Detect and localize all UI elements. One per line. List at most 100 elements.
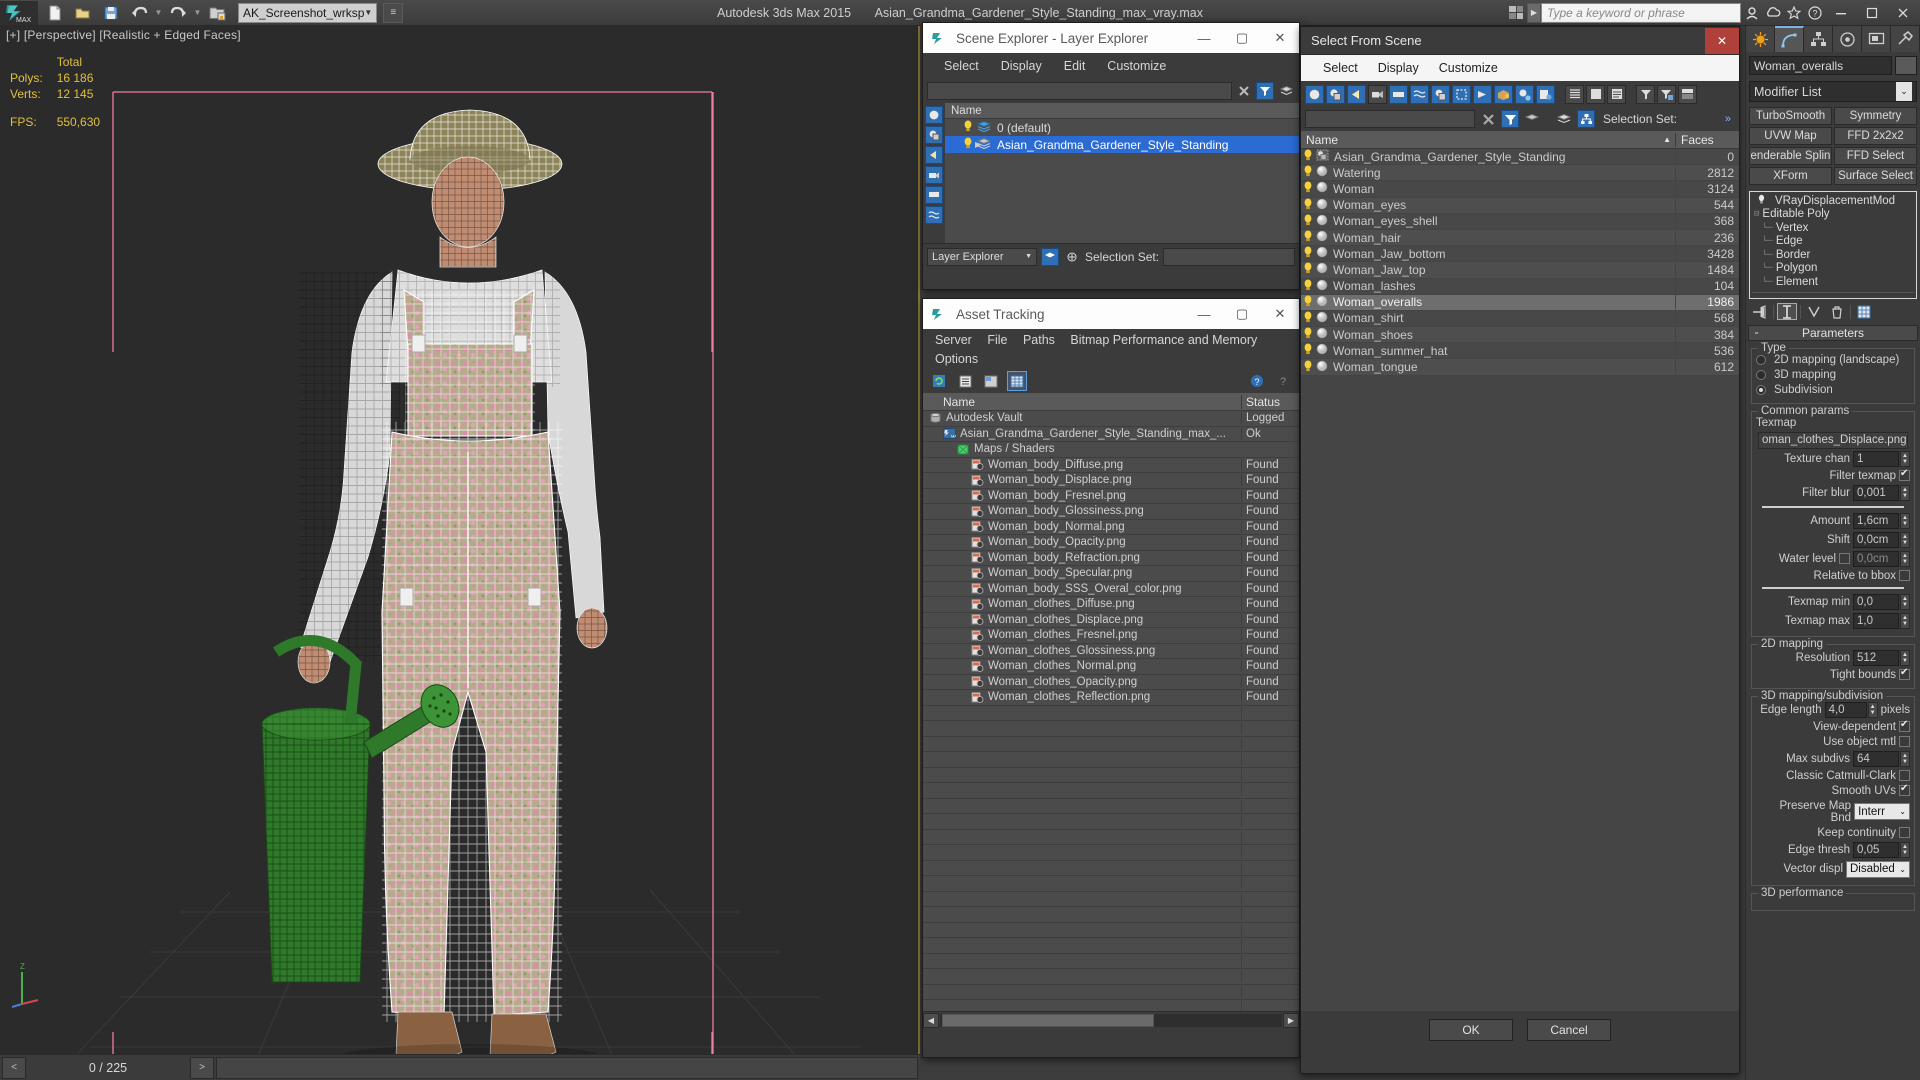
max-logo-icon[interactable]: MAX xyxy=(0,0,38,25)
radio-subdivision[interactable] xyxy=(1756,384,1766,395)
type-option-3d[interactable]: 3D mapping xyxy=(1756,369,1910,381)
viewport-label-plus[interactable]: [+] xyxy=(6,28,20,42)
light-bulb-icon[interactable] xyxy=(1303,311,1313,326)
object-color-swatch[interactable] xyxy=(1895,56,1917,75)
menu-bitmap-performance[interactable]: Bitmap Performance and Memory xyxy=(1064,332,1263,348)
selection-set-input[interactable] xyxy=(1163,247,1295,266)
asset-tracking-row[interactable]: Woman_clothes_Displace.png Found xyxy=(923,613,1299,628)
modifier-button[interactable]: UVW Map xyxy=(1749,127,1832,145)
modify-tab[interactable] xyxy=(1775,26,1804,52)
make-unique-icon[interactable] xyxy=(1804,303,1824,320)
asset-tracking-grid[interactable]: Name Status Autodesk Vault Logged MAX Asian… xyxy=(923,393,1299,1011)
spinner-arrows-icon[interactable]: ▲ ▼ xyxy=(1900,841,1910,858)
smooth-uvs-row[interactable]: Smooth UVs xyxy=(1756,783,1910,797)
view-dependent-row[interactable]: View-dependent xyxy=(1756,719,1910,733)
display-tab[interactable] xyxy=(1862,26,1891,52)
light-bulb-icon[interactable] xyxy=(1303,230,1313,245)
layer-list-icon[interactable] xyxy=(1523,110,1541,128)
signin-icon[interactable] xyxy=(1742,3,1762,23)
modifier-button[interactable]: FFD 2x2x2 xyxy=(1834,127,1917,145)
spinner-arrows-icon[interactable]: ▲ ▼ xyxy=(1900,484,1910,501)
menu-file[interactable]: File xyxy=(981,332,1013,348)
spinner-arrows-icon[interactable]: ▲ ▼ xyxy=(1900,512,1910,529)
frame-indicator[interactable]: 0 / 225 xyxy=(28,1061,188,1075)
select-from-scene-row[interactable]: Woman_overalls 1986 xyxy=(1301,294,1739,311)
motion-tab[interactable] xyxy=(1833,26,1862,52)
asset-tracking-row[interactable]: Woman_clothes_Normal.png Found xyxy=(923,659,1299,675)
light-bulb-icon[interactable] xyxy=(1303,149,1313,164)
scene-explorer-layer-row[interactable]: ▶ Asian_Grandma_Gardener_Style_Standing xyxy=(945,136,1299,153)
resolution-spinner[interactable]: 512 ▲ ▼ xyxy=(1853,649,1910,666)
expand-arrow-icon[interactable]: ▶ xyxy=(975,140,981,149)
display-frozen-icon[interactable] xyxy=(1515,84,1534,104)
asset-tracking-row[interactable]: Maps / Shaders xyxy=(923,442,1299,458)
asset-tracking-row[interactable]: Woman_body_SSS_Overal_color.png Found xyxy=(923,582,1299,597)
clear-find-icon[interactable] xyxy=(1479,110,1497,128)
water-level-value[interactable]: 0,0cm xyxy=(1853,550,1899,567)
texture-chan-spinner[interactable]: 1 ▲ ▼ xyxy=(1853,450,1910,467)
modifier-button[interactable]: enderable Splin xyxy=(1749,147,1832,165)
texmap-min-value[interactable]: 0,0 xyxy=(1853,593,1899,610)
filter-helpers-icon[interactable] xyxy=(925,186,943,204)
relative-bbox-checkbox[interactable] xyxy=(1899,570,1910,581)
scroll-thumb[interactable] xyxy=(942,1013,1155,1027)
modifier-button[interactable]: Symmetry xyxy=(1834,107,1917,125)
select-from-scene-dialog[interactable]: Select From Scene ✕ Select Display Custo… xyxy=(1300,26,1740,1074)
scene-explorer-layer-list[interactable]: Name 0 (default) ▶ Asian_Grandma_Gardener_… xyxy=(945,103,1299,243)
select-from-scene-row[interactable]: Woman_lashes 104 xyxy=(1301,278,1739,295)
scene-explorer-column-name[interactable]: Name xyxy=(945,103,1299,119)
select-from-scene-row[interactable]: Woman_Jaw_top 1484 xyxy=(1301,262,1739,279)
modifier-stack-row[interactable]: └─ Edge xyxy=(1750,235,1916,249)
light-bulb-icon[interactable] xyxy=(1303,279,1313,294)
tight-bounds-row[interactable]: Tight bounds xyxy=(1756,667,1910,681)
configure-modifier-sets-icon[interactable] xyxy=(1854,303,1874,320)
star-icon[interactable] xyxy=(1784,3,1804,23)
search-dropdown-icon[interactable]: ▶ xyxy=(1527,2,1541,23)
filter-lights-icon[interactable] xyxy=(925,146,943,164)
scene-column-faces[interactable]: Faces xyxy=(1675,132,1739,147)
display-bones-icon[interactable] xyxy=(1473,84,1492,104)
select-from-scene-row[interactable]: Woman_eyes_shell 368 xyxy=(1301,213,1739,230)
display-hidden-icon[interactable] xyxy=(1536,84,1555,104)
close-button[interactable] xyxy=(1888,1,1918,25)
light-bulb-icon[interactable] xyxy=(1303,246,1313,261)
amount-spinner[interactable]: 1,6cm ▲ ▼ xyxy=(1853,512,1910,529)
texture-chan-value[interactable]: 1 xyxy=(1853,450,1899,467)
display-cameras-icon[interactable] xyxy=(1368,84,1387,104)
select-from-scene-row[interactable]: Watering 2812 xyxy=(1301,165,1739,182)
asset-tracking-close[interactable]: ✕ xyxy=(1261,299,1299,329)
menu-select[interactable]: Select xyxy=(1313,58,1368,78)
filter-icon[interactable] xyxy=(1636,84,1655,104)
filter-options-icon[interactable] xyxy=(1657,84,1676,104)
asset-tracking-row[interactable]: Woman_body_Diffuse.png Found xyxy=(923,458,1299,473)
scroll-track[interactable] xyxy=(940,1013,1282,1027)
scene-column-name[interactable]: Name ▲ xyxy=(1301,133,1675,147)
asset-tracking-row[interactable]: Woman_clothes_Fresnel.png Found xyxy=(923,628,1299,644)
menu-server[interactable]: Server xyxy=(929,332,978,348)
filter-texmap-checkbox[interactable] xyxy=(1899,468,1910,481)
asset-tracking-row[interactable]: Woman_body_Specular.png Found xyxy=(923,566,1299,582)
light-bulb-icon[interactable] xyxy=(963,120,973,135)
prev-frame-button[interactable]: < xyxy=(2,1056,26,1079)
asset-tracking-row[interactable]: Woman_clothes_Glossiness.png Found xyxy=(923,644,1299,659)
spinner-arrows-icon[interactable]: ▲ ▼ xyxy=(1900,531,1910,548)
use-object-mtl-row[interactable]: Use object mtl xyxy=(1756,736,1910,748)
texmap-button[interactable]: oman_clothes_Displace.png) xyxy=(1758,431,1908,449)
water-level-spinner[interactable]: 0,0cm ▲ ▼ xyxy=(1853,550,1910,567)
light-bulb-icon[interactable] xyxy=(1303,198,1313,213)
clear-find-icon[interactable] xyxy=(1235,82,1253,100)
scene-explorer-layer-row[interactable]: 0 (default) xyxy=(945,119,1299,136)
select-from-scene-list[interactable]: Name ▲ Faces Asian_Grandma_Gardener_Styl… xyxy=(1301,131,1739,1011)
filter-shapes-icon[interactable] xyxy=(925,126,943,144)
edge-length-value[interactable]: 4,0 xyxy=(1824,701,1867,718)
modifier-visibility-icon[interactable] xyxy=(1756,194,1767,208)
asset-tracking-minimize[interactable]: — xyxy=(1185,299,1223,329)
modifier-stack-row[interactable]: └─ Vertex xyxy=(1750,221,1916,235)
help-cloud-icon[interactable]: ? xyxy=(1247,371,1267,391)
filter-cameras-icon[interactable] xyxy=(925,166,943,184)
cloud-icon[interactable] xyxy=(1763,3,1783,23)
layers-icon[interactable] xyxy=(1277,82,1295,100)
select-from-scene-row[interactable]: Asian_Grandma_Gardener_Style_Standing 0 xyxy=(1301,149,1739,166)
next-frame-button[interactable]: > xyxy=(190,1056,214,1079)
spinner-arrows-icon[interactable]: ▲ ▼ xyxy=(1900,550,1910,567)
